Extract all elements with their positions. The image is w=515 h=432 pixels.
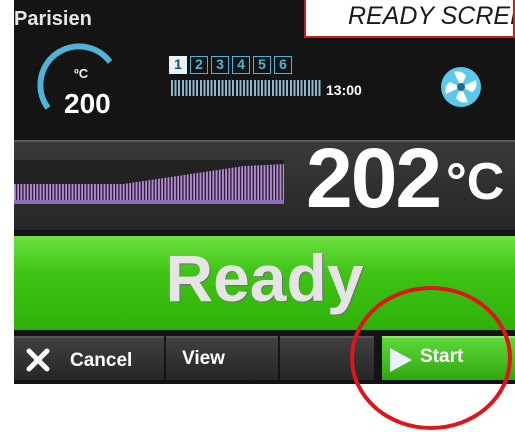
step-3[interactable]: 3	[211, 56, 229, 74]
cancel-button[interactable]: Cancel	[14, 336, 164, 380]
step-1[interactable]: 1	[169, 56, 187, 74]
timer-bar	[171, 80, 321, 96]
view-button[interactable]: View	[166, 336, 278, 380]
fan-icon[interactable]	[440, 66, 482, 108]
program-name: Parisien	[14, 8, 92, 30]
setpoint-unit: ºC	[74, 66, 89, 81]
step-selector: 1 2 3 4 5 6	[169, 56, 292, 74]
timer-value: 13:00	[326, 82, 362, 98]
view-label: View	[182, 348, 225, 369]
step-4[interactable]: 4	[232, 56, 250, 74]
annotation-text: READY SCREEN	[348, 2, 513, 30]
step-6[interactable]: 6	[274, 56, 292, 74]
temperature-history-graph	[14, 160, 284, 204]
step-2[interactable]: 2	[190, 56, 208, 74]
annotation-banner: READY SCREEN	[304, 0, 515, 38]
cancel-label: Cancel	[70, 350, 133, 371]
current-temperature: 202	[306, 131, 442, 225]
close-icon	[26, 348, 50, 372]
setpoint-value: 200	[64, 88, 111, 119]
highlight-circle	[350, 286, 512, 430]
step-5[interactable]: 5	[253, 56, 271, 74]
current-temperature-unit: °C	[446, 153, 505, 211]
